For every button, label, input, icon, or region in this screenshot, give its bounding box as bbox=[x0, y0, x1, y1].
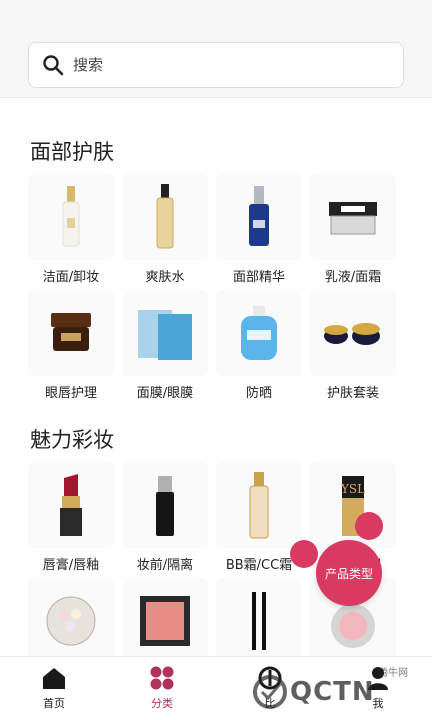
pearl-powder-icon bbox=[46, 596, 96, 646]
product-image bbox=[28, 174, 114, 260]
product-image bbox=[122, 174, 208, 260]
product-image bbox=[216, 462, 302, 548]
product-image bbox=[122, 578, 208, 664]
category-label: 乳液/面霜 bbox=[324, 270, 382, 285]
skincare-grid: 洁面/卸妆 爽肤水 面部精华 乳液/面霜 眼唇护理 面膜/眼膜 防晒 护肤套装 bbox=[28, 174, 404, 406]
search-header bbox=[0, 0, 432, 98]
category-item-bb-cream[interactable]: BB霜/CC霜 bbox=[216, 462, 302, 578]
product-image bbox=[28, 578, 114, 664]
lipstick-icon bbox=[60, 474, 82, 536]
eye-cream-jar-icon bbox=[51, 313, 91, 351]
section-title-makeup: 魅力彩妆 bbox=[30, 428, 114, 452]
eyeliner-pencil-icon bbox=[252, 592, 266, 650]
product-type-fab-label: 产品类型 bbox=[324, 566, 373, 581]
category-label: 防晒 bbox=[245, 386, 272, 401]
serum-bottle-icon bbox=[249, 186, 269, 246]
category-label: 唇膏/唇釉 bbox=[42, 558, 100, 573]
category-label: 洁面/卸妆 bbox=[42, 270, 100, 285]
category-item-toner[interactable]: 爽肤水 bbox=[122, 174, 208, 290]
category-item-lipstick[interactable]: 唇膏/唇釉 bbox=[28, 462, 114, 578]
tab-home[interactable]: 首页 bbox=[0, 657, 108, 720]
product-image bbox=[28, 462, 114, 548]
category-label: 面膜/眼膜 bbox=[136, 386, 194, 401]
product-image bbox=[310, 290, 396, 376]
category-item-eye-care[interactable]: 眼唇护理 bbox=[28, 290, 114, 406]
product-image: YSL bbox=[310, 462, 396, 548]
tab-label: 首页 bbox=[43, 697, 65, 710]
search-box[interactable] bbox=[28, 42, 404, 88]
search-icon bbox=[43, 55, 64, 76]
category-label: 面部精华 bbox=[232, 270, 285, 285]
product-image bbox=[310, 174, 396, 260]
svg-text:YSL: YSL bbox=[340, 482, 365, 496]
tab-category[interactable]: 分类 bbox=[108, 657, 216, 720]
primer-tube-icon bbox=[156, 476, 174, 536]
category-item-cream[interactable]: 乳液/面霜 bbox=[310, 174, 396, 290]
section-title-skincare: 面部护肤 bbox=[30, 140, 114, 164]
category-label: 爽肤水 bbox=[145, 270, 185, 285]
skincare-set-icon bbox=[324, 323, 380, 345]
fab-bubble-small bbox=[355, 512, 383, 540]
product-image bbox=[216, 290, 302, 376]
home-icon bbox=[43, 668, 65, 689]
category-item-cleanser[interactable]: 洁面/卸妆 bbox=[28, 174, 114, 290]
category-item-serum[interactable]: 面部精华 bbox=[216, 174, 302, 290]
product-image bbox=[122, 290, 208, 376]
product-image bbox=[216, 174, 302, 260]
category-label: 妆前/隔离 bbox=[136, 558, 194, 573]
tab-compare[interactable]: 比 bbox=[216, 657, 324, 720]
sunscreen-bottle-icon bbox=[241, 306, 277, 360]
product-image bbox=[122, 462, 208, 548]
cream-jar-icon bbox=[329, 202, 377, 235]
tab-me[interactable]: 我 bbox=[324, 657, 432, 720]
category-item-mask[interactable]: 面膜/眼膜 bbox=[122, 290, 208, 406]
face-mask-pack-icon bbox=[138, 310, 192, 360]
blush-palette-icon bbox=[140, 596, 190, 646]
product-image bbox=[216, 578, 302, 664]
category-label: 护肤套装 bbox=[326, 386, 379, 401]
fab-bubble-tail bbox=[290, 540, 318, 568]
product-image bbox=[28, 290, 114, 376]
category-grid-icon bbox=[150, 666, 174, 690]
category-item-sunscreen[interactable]: 防晒 bbox=[216, 290, 302, 406]
tab-label: 分类 bbox=[151, 697, 173, 710]
bb-cream-bottle-icon bbox=[249, 472, 269, 539]
cleanser-bottle-icon bbox=[62, 186, 80, 247]
compare-icon bbox=[258, 666, 282, 690]
tab-label: 比 bbox=[264, 697, 276, 710]
bottom-tab-bar: 首页 分类 比 我 bbox=[0, 656, 432, 720]
category-item-skincare-set[interactable]: 护肤套装 bbox=[310, 290, 396, 406]
tab-label: 我 bbox=[372, 697, 384, 710]
category-label: 眼唇护理 bbox=[44, 386, 97, 401]
category-item-primer[interactable]: 妆前/隔离 bbox=[122, 462, 208, 578]
search-input[interactable] bbox=[73, 56, 373, 74]
category-label: BB霜/CC霜 bbox=[225, 558, 293, 573]
product-type-fab[interactable]: 产品类型 bbox=[316, 540, 382, 606]
toner-bottle-icon bbox=[156, 184, 174, 249]
user-icon bbox=[368, 667, 388, 690]
